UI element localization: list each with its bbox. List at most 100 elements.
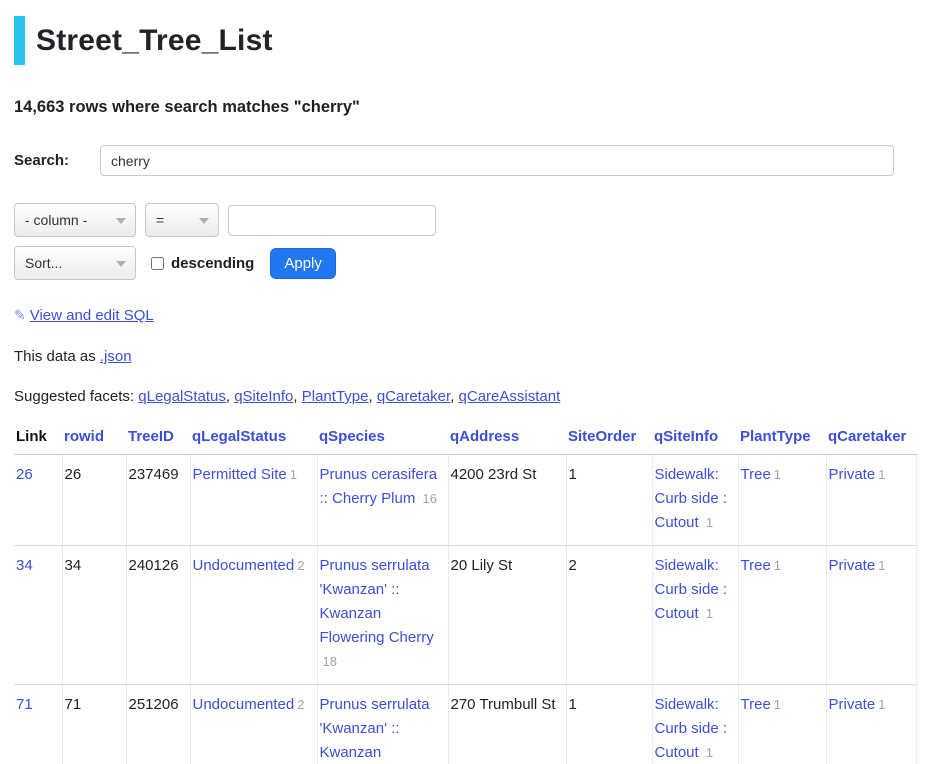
facet-link-qlegalstatus[interactable]: qLegalStatus bbox=[138, 388, 226, 405]
facet-separator: , bbox=[293, 388, 297, 405]
row-link[interactable]: 71 bbox=[16, 696, 33, 713]
cell-rowid: 71 bbox=[62, 685, 126, 764]
cell-qcaretaker: Private1 bbox=[826, 685, 916, 764]
column-header-treeid[interactable]: TreeID bbox=[126, 424, 190, 455]
site-info-link[interactable]: Sidewalk: Curb side : Cutout bbox=[655, 466, 728, 531]
column-header-qsiteinfo[interactable]: qSiteInfo bbox=[652, 424, 738, 455]
row-link[interactable]: 26 bbox=[16, 466, 33, 483]
legal-status-link[interactable]: Undocumented bbox=[193, 557, 295, 574]
column-header-qaddress[interactable]: qAddress bbox=[448, 424, 566, 455]
facet-count: 1 bbox=[706, 606, 713, 621]
sort-select-wrap: Sort... bbox=[14, 246, 136, 280]
site-info-link[interactable]: Sidewalk: Curb side : Cutout bbox=[655, 696, 728, 761]
legal-status-link[interactable]: Undocumented bbox=[193, 696, 295, 713]
pencil-icon: ✎ bbox=[14, 307, 26, 324]
cell-treeid: 251206 bbox=[126, 685, 190, 764]
cell-qspecies: Prunus serrulata 'Kwanzan' :: Kwanzan Fl… bbox=[317, 685, 448, 764]
facet-count: 1 bbox=[878, 467, 885, 482]
cell-qsiteinfo: Sidewalk: Curb side : Cutout 1 bbox=[652, 685, 738, 764]
search-input[interactable] bbox=[100, 145, 894, 176]
cell-qsiteinfo: Sidewalk: Curb side : Cutout 1 bbox=[652, 455, 738, 546]
plant-type-link[interactable]: Tree bbox=[741, 696, 771, 713]
facet-count: 16 bbox=[423, 491, 437, 506]
descending-option: descending bbox=[151, 255, 254, 272]
results-table: Link rowid TreeID qLegalStatus qSpecies … bbox=[14, 424, 917, 764]
table-header-row: Link rowid TreeID qLegalStatus qSpecies … bbox=[14, 424, 916, 455]
cell-qlegalstatus: Permitted Site1 bbox=[190, 455, 317, 546]
search-form: Search: bbox=[14, 145, 926, 176]
cell-qaddress: 20 Lily St bbox=[448, 546, 566, 685]
row-link[interactable]: 34 bbox=[16, 557, 33, 574]
facet-count: 1 bbox=[706, 745, 713, 760]
plant-type-link[interactable]: Tree bbox=[741, 557, 771, 574]
plant-type-link[interactable]: Tree bbox=[741, 466, 771, 483]
cell-treeid: 240126 bbox=[126, 546, 190, 685]
column-header-qlegalstatus[interactable]: qLegalStatus bbox=[190, 424, 317, 455]
species-link[interactable]: Prunus serrulata 'Kwanzan' :: Kwanzan Fl… bbox=[320, 557, 434, 646]
facet-count: 2 bbox=[297, 697, 304, 712]
facet-separator: , bbox=[226, 388, 230, 405]
filter-row: - column - = bbox=[14, 203, 926, 237]
facet-count: 1 bbox=[774, 467, 781, 482]
column-header-qspecies[interactable]: qSpecies bbox=[317, 424, 448, 455]
facets-line: Suggested facets: qLegalStatus, qSiteInf… bbox=[14, 388, 926, 405]
filter-value-input[interactable] bbox=[228, 205, 436, 236]
cell-qcaretaker: Private1 bbox=[826, 455, 916, 546]
facet-link-qcaretaker[interactable]: qCaretaker bbox=[377, 388, 450, 405]
json-line: This data as .json bbox=[14, 348, 926, 365]
facet-link-planttype[interactable]: PlantType bbox=[302, 388, 369, 405]
row-count-summary: 14,663 rows where search matches "cherry… bbox=[14, 98, 926, 117]
page-header: Street_Tree_List bbox=[14, 16, 926, 65]
column-select[interactable]: - column - bbox=[14, 203, 136, 237]
facet-count: 18 bbox=[323, 654, 337, 669]
operator-select-wrap: = bbox=[145, 203, 219, 237]
cell-qsiteinfo: Sidewalk: Curb side : Cutout 1 bbox=[652, 546, 738, 685]
operator-select[interactable]: = bbox=[145, 203, 219, 237]
data-as-label: This data as bbox=[14, 348, 96, 365]
cell-qspecies: Prunus cerasifera :: Cherry Plum 16 bbox=[317, 455, 448, 546]
cell-rowid: 34 bbox=[62, 546, 126, 685]
facet-count: 1 bbox=[290, 467, 297, 482]
sort-select[interactable]: Sort... bbox=[14, 246, 136, 280]
facet-count: 1 bbox=[774, 697, 781, 712]
search-label: Search: bbox=[14, 152, 100, 169]
cell-siteorder: 2 bbox=[566, 546, 652, 685]
accent-bar bbox=[14, 16, 25, 65]
cell-link: 26 bbox=[14, 455, 62, 546]
cell-rowid: 26 bbox=[62, 455, 126, 546]
column-header-rowid[interactable]: rowid bbox=[62, 424, 126, 455]
json-link[interactable]: .json bbox=[100, 348, 132, 365]
facet-count: 1 bbox=[774, 558, 781, 573]
cell-link: 71 bbox=[14, 685, 62, 764]
descending-label: descending bbox=[171, 255, 254, 272]
caretaker-link[interactable]: Private bbox=[829, 696, 876, 713]
cell-qlegalstatus: Undocumented2 bbox=[190, 546, 317, 685]
cell-planttype: Tree1 bbox=[738, 685, 826, 764]
column-header-link: Link bbox=[14, 424, 62, 455]
cell-planttype: Tree1 bbox=[738, 546, 826, 685]
site-info-link[interactable]: Sidewalk: Curb side : Cutout bbox=[655, 557, 728, 622]
column-select-wrap: - column - bbox=[14, 203, 136, 237]
column-header-planttype[interactable]: PlantType bbox=[738, 424, 826, 455]
caretaker-link[interactable]: Private bbox=[829, 557, 876, 574]
facet-count: 1 bbox=[878, 558, 885, 573]
facet-separator: , bbox=[450, 388, 454, 405]
apply-button[interactable]: Apply bbox=[270, 248, 336, 279]
species-link[interactable]: Prunus cerasifera :: Cherry Plum bbox=[320, 466, 438, 507]
descending-checkbox[interactable] bbox=[151, 257, 164, 270]
view-edit-sql-link[interactable]: View and edit SQL bbox=[30, 307, 154, 324]
facet-link-qsiteinfo[interactable]: qSiteInfo bbox=[234, 388, 293, 405]
facet-separator: , bbox=[368, 388, 372, 405]
facet-link-qcareassistant[interactable]: qCareAssistant bbox=[459, 388, 561, 405]
column-header-siteorder[interactable]: SiteOrder bbox=[566, 424, 652, 455]
cell-qaddress: 4200 23rd St bbox=[448, 455, 566, 546]
table-row: 34 34 240126 Undocumented2 Prunus serrul… bbox=[14, 546, 916, 685]
facet-count: 2 bbox=[297, 558, 304, 573]
caretaker-link[interactable]: Private bbox=[829, 466, 876, 483]
column-header-qcaretaker[interactable]: qCaretaker bbox=[826, 424, 916, 455]
cell-siteorder: 1 bbox=[566, 685, 652, 764]
legal-status-link[interactable]: Permitted Site bbox=[193, 466, 287, 483]
table-row: 71 71 251206 Undocumented2 Prunus serrul… bbox=[14, 685, 916, 764]
cell-qlegalstatus: Undocumented2 bbox=[190, 685, 317, 764]
species-link[interactable]: Prunus serrulata 'Kwanzan' :: Kwanzan Fl… bbox=[320, 696, 434, 764]
